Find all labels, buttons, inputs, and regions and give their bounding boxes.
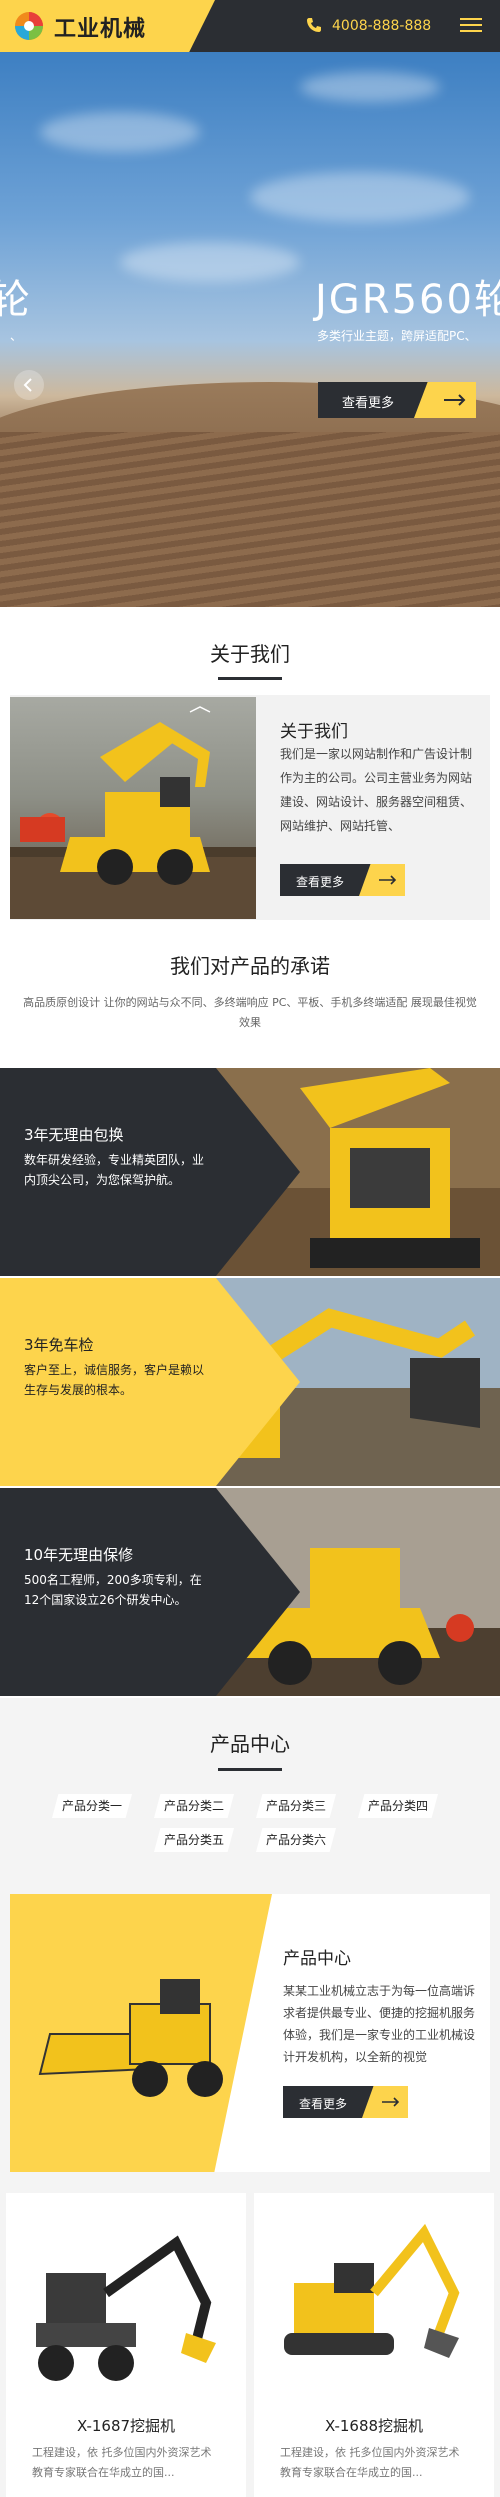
product-more-button[interactable]: 查看更多 <box>283 2086 408 2118</box>
product-section-title: 产品中心 <box>210 1732 290 1756</box>
title-underline <box>218 1768 282 1771</box>
product-item-2-name: X-1688挖掘机 <box>324 2417 424 2435</box>
promise-item-1-title: 3年无理由包换 <box>24 1126 124 1144</box>
promise-section-title: 我们对产品的承诺 <box>170 954 330 978</box>
promise-item-2-text: 客户至上，诚信服务，客户是赖以生存与发展的根本。 <box>24 1363 205 1397</box>
promise-item-2: 3年免车检 客户至上，诚信服务，客户是赖以生存与发展的根本。 <box>0 1278 500 1486</box>
promise-item-3: 10年无理由保修 500名工程师，200多项专利，在12个国家设立26个研发中心… <box>0 1488 500 1696</box>
product-item-2-desc: 工程建设，依 托多位国内外资深艺术教育专家联合在华成立的国... <box>280 2446 460 2479</box>
banner-title: JGR560轮 <box>315 277 500 323</box>
product-more-label: 查看更多 <box>299 2097 348 2111</box>
hero-banner: 轮 、 JGR560轮 多类行业主题，跨屏适配PC、 查看更多 <box>0 52 500 607</box>
excavator-image-1 <box>36 2235 216 2381</box>
banner-more-button[interactable]: 查看更多 <box>318 382 476 418</box>
arrow-right-icon <box>362 2086 408 2118</box>
arrow-right-icon <box>414 382 476 418</box>
category-tab-2[interactable]: 产品分类二 <box>154 1794 235 1818</box>
promise-item-2-title: 3年免车检 <box>24 1336 94 1354</box>
site-header: 工业机械 4008-888-888 <box>0 0 500 52</box>
promise-item-3-title: 10年无理由保修 <box>24 1546 134 1564</box>
banner-more-label: 查看更多 <box>342 396 395 411</box>
title-underline <box>218 677 282 680</box>
logo-icon <box>15 12 43 40</box>
product-item-2[interactable]: X-1688挖掘机 工程建设，依 托多位国内外资深艺术教育专家联合在华成立的国.… <box>254 2193 494 2497</box>
category-tab-6[interactable]: 产品分类六 <box>256 1828 337 1852</box>
about-more-label: 查看更多 <box>296 875 345 889</box>
arrow-right-icon <box>359 864 405 896</box>
about-section-title: 关于我们 <box>210 642 290 666</box>
prev-slide-title: 轮 <box>0 277 30 323</box>
product-item-1-desc: 工程建设，依 托多位国内外资深艺术教育专家联合在华成立的国... <box>32 2446 212 2479</box>
prev-slide-subtitle: 、 <box>10 329 23 343</box>
banner-subtitle: 多类行业主题，跨屏适配PC、 <box>317 329 477 343</box>
promise-item-1-text: 数年研发经验，专业精英团队，业内顶尖公司，为您保驾护航。 <box>24 1153 205 1187</box>
phone-number[interactable]: 4008-888-888 <box>332 18 431 34</box>
logo-area[interactable]: 工业机械 <box>0 0 215 52</box>
promise-item-3-text: 500名工程师，200多项专利，在12个国家设立26个研发中心。 <box>24 1573 202 1607</box>
prev-slide-button[interactable] <box>14 370 44 400</box>
promise-subtitle: 高品质原创设计 让你的网站与众不同、多终端响应 PC、平板、手机多终端适配 展现… <box>23 996 477 1029</box>
category-tab-1[interactable]: 产品分类一 <box>52 1794 133 1818</box>
category-tab-5[interactable]: 产品分类五 <box>154 1828 235 1852</box>
about-title: 关于我们 <box>280 722 348 742</box>
menu-icon[interactable] <box>460 14 482 36</box>
category-tab-3[interactable]: 产品分类三 <box>256 1794 337 1818</box>
phone-icon <box>307 18 321 32</box>
excavator-image-2 <box>284 2223 460 2358</box>
chevron-left-icon <box>23 378 32 392</box>
product-intro-title: 产品中心 <box>283 1949 351 1969</box>
about-image <box>10 697 256 919</box>
about-text: 我们是一家以网站制作和广告设计制作为主的公司。公司主营业务为网站建设、网站设计、… <box>280 747 473 833</box>
category-tab-4[interactable]: 产品分类四 <box>358 1794 439 1818</box>
logo-text: 工业机械 <box>54 17 147 42</box>
product-item-1-name: X-1687挖掘机 <box>76 2417 176 2435</box>
product-intro-text: 某某工业机械立志于为每一位高端诉求者提供最专业、便捷的挖掘机服务体验，我们是一家… <box>283 1984 476 2064</box>
about-more-button[interactable]: 查看更多 <box>280 864 405 896</box>
promise-item-1: 3年无理由包换 数年研发经验，专业精英团队，业内顶尖公司，为您保驾护航。 <box>0 1068 500 1276</box>
product-item-1[interactable]: X-1687挖掘机 工程建设，依 托多位国内外资深艺术教育专家联合在华成立的国.… <box>6 2193 246 2497</box>
